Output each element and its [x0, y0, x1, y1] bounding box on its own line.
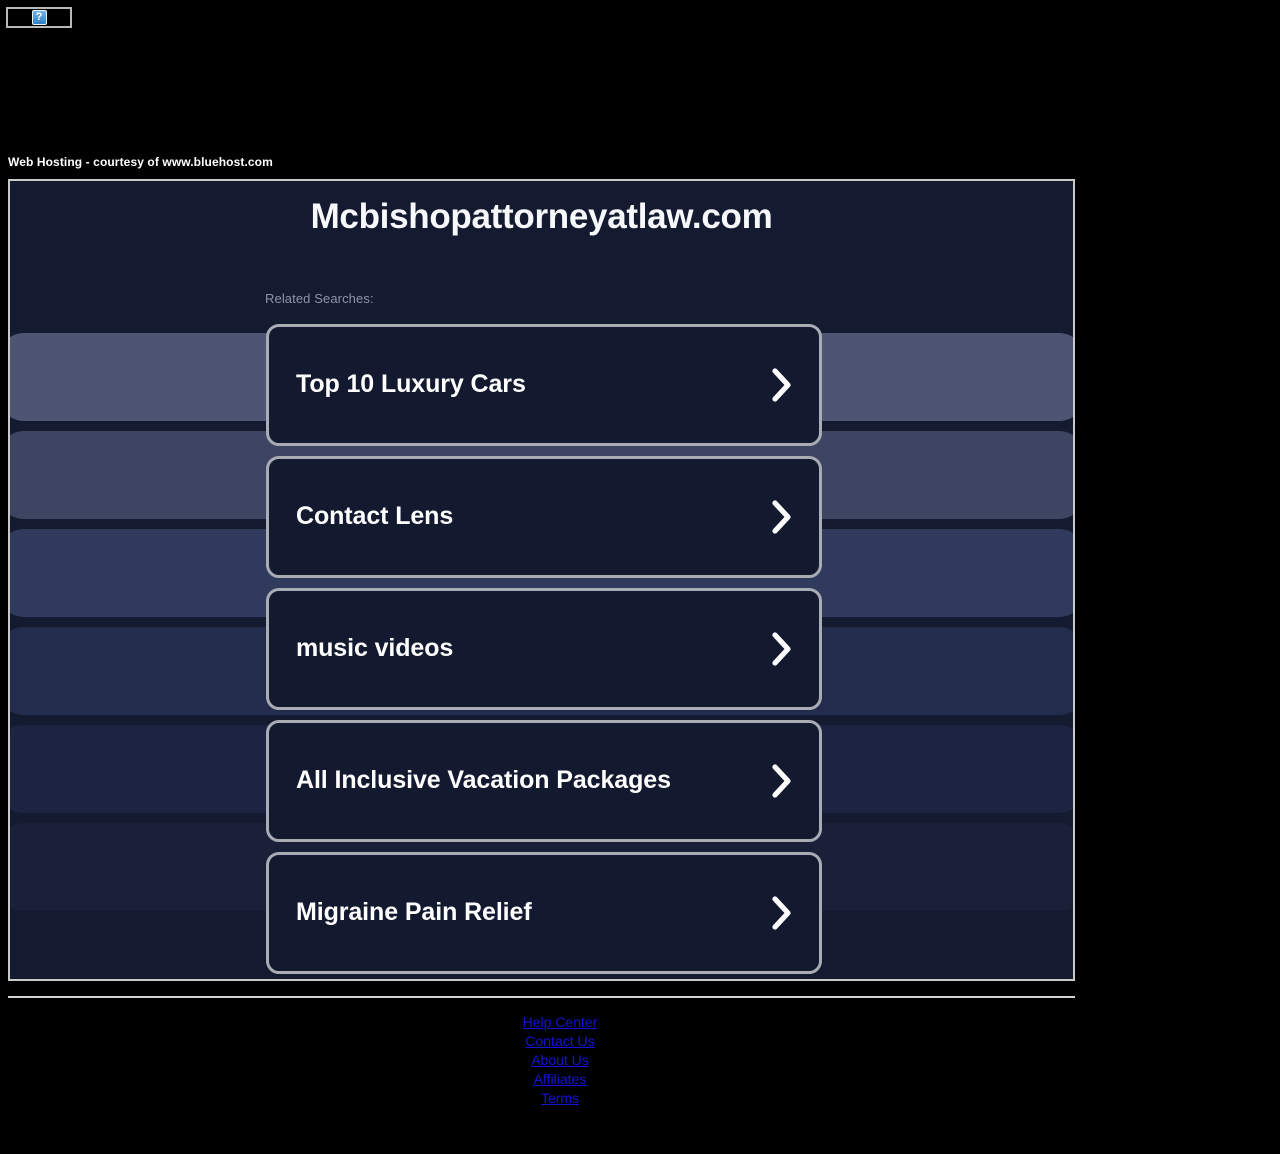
chevron-right-icon	[771, 368, 793, 402]
parked-domain-panel: Mcbishopattorneyatlaw.com Related Search…	[8, 179, 1075, 981]
footer-link-about-us[interactable]: About Us	[8, 1051, 1112, 1070]
footer-links: Help Center Contact Us About Us Affiliates T…	[8, 1013, 1112, 1108]
related-search-label: music videos	[296, 634, 454, 663]
footer-divider	[8, 996, 1075, 998]
related-search-label: Contact Lens	[296, 502, 454, 531]
related-search-card[interactable]: All Inclusive Vacation Packages	[266, 720, 822, 842]
related-searches-list: Top 10 Luxury Cars Contact Lens music vide…	[266, 324, 822, 979]
related-search-card[interactable]: Migraine Pain Relief	[266, 852, 822, 974]
footer-link-terms[interactable]: Terms	[8, 1089, 1112, 1108]
chevron-right-icon	[771, 632, 793, 666]
footer-link-contact-us[interactable]: Contact Us	[8, 1032, 1112, 1051]
related-searches-label: Related Searches:	[265, 291, 374, 306]
web-hosting-courtesy-note: Web Hosting - courtesy of www.bluehost.c…	[8, 155, 273, 169]
related-search-card[interactable]: Contact Lens	[266, 456, 822, 578]
related-search-card[interactable]: music videos	[266, 588, 822, 710]
related-search-label: Migraine Pain Relief	[296, 898, 532, 927]
chevron-right-icon	[771, 896, 793, 930]
broken-image-placeholder: ?	[6, 7, 72, 28]
footer-link-affiliates[interactable]: Affiliates	[8, 1070, 1112, 1089]
related-search-card[interactable]: Top 10 Luxury Cars	[266, 324, 822, 446]
related-search-label: All Inclusive Vacation Packages	[296, 766, 671, 795]
page-title: Mcbishopattorneyatlaw.com	[310, 197, 773, 236]
chevron-right-icon	[771, 500, 793, 534]
chevron-right-icon	[771, 764, 793, 798]
broken-image-question-icon: ?	[31, 10, 47, 25]
footer-link-help-center[interactable]: Help Center	[8, 1013, 1112, 1032]
related-search-label: Top 10 Luxury Cars	[296, 370, 526, 399]
